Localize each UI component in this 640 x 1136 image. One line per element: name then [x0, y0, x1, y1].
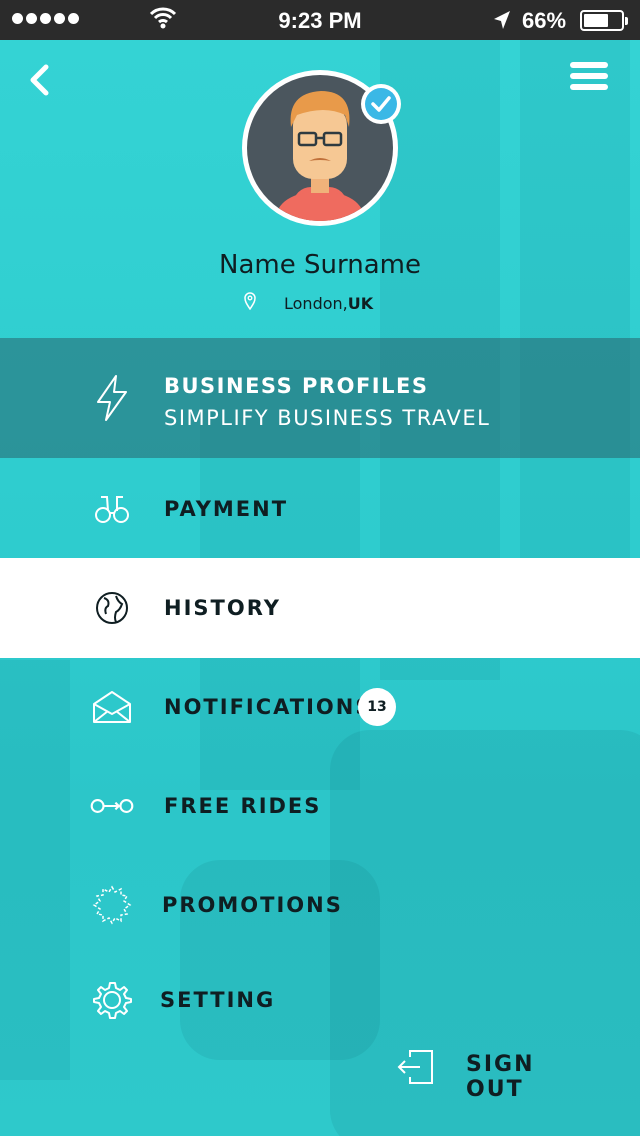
battery-percent: 66%	[522, 8, 567, 33]
free-rides-label: FREE RIDES	[164, 794, 322, 818]
sign-out-icon	[396, 1048, 436, 1090]
starburst-icon	[90, 883, 134, 927]
chevron-left-icon	[30, 64, 49, 96]
back-button[interactable]	[24, 62, 56, 98]
location-country: UK	[347, 293, 374, 313]
verified-badge	[361, 84, 401, 124]
notifications-label: NOTIFICATIONS	[164, 695, 373, 719]
setting-label: SETTING	[160, 988, 276, 1012]
hamburger-icon	[570, 62, 608, 90]
menu-item-payment[interactable]: PAYMENT	[0, 460, 640, 558]
sign-out-label: SIGN OUT	[466, 1052, 535, 1102]
checkmark-icon	[365, 88, 397, 120]
envelope-icon	[90, 685, 134, 729]
status-bar: 9:23 PM 66%	[0, 0, 640, 40]
binoculars-icon	[90, 487, 134, 531]
gear-icon	[90, 978, 134, 1022]
profile-name: Name Surname	[219, 250, 421, 280]
profile-location: London, UK	[244, 292, 373, 314]
lightning-icon	[90, 375, 134, 421]
promotions-label: PROMOTIONS	[162, 893, 343, 917]
payment-label: PAYMENT	[164, 497, 289, 521]
notifications-badge: 13	[358, 688, 396, 726]
history-label: HISTORY	[164, 596, 281, 620]
menu-item-business-profiles[interactable]: BUSINESS PROFILES SIMPLIFY BUSINESS TRAV…	[0, 338, 640, 458]
location-city: London,	[284, 293, 348, 313]
business-profiles-subtitle: SIMPLIFY BUSINESS TRAVEL	[164, 406, 491, 430]
menu-item-setting[interactable]: SETTING	[0, 952, 640, 1048]
menu-item-free-rides[interactable]: FREE RIDES	[0, 756, 640, 856]
menu-button[interactable]	[570, 62, 608, 98]
link-icon	[90, 784, 134, 828]
business-profiles-label: BUSINESS PROFILES	[164, 374, 429, 398]
menu-item-promotions[interactable]: PROMOTIONS	[0, 856, 640, 954]
globe-icon	[90, 586, 134, 630]
sign-out-button[interactable]: SIGN OUT	[396, 1046, 596, 1102]
menu-item-notifications[interactable]: NOTIFICATIONS 13	[0, 658, 640, 756]
menu-item-history[interactable]: HISTORY	[0, 558, 640, 658]
location-pin-icon	[244, 292, 256, 314]
location-arrow-icon	[492, 9, 512, 37]
battery-icon	[580, 10, 628, 31]
